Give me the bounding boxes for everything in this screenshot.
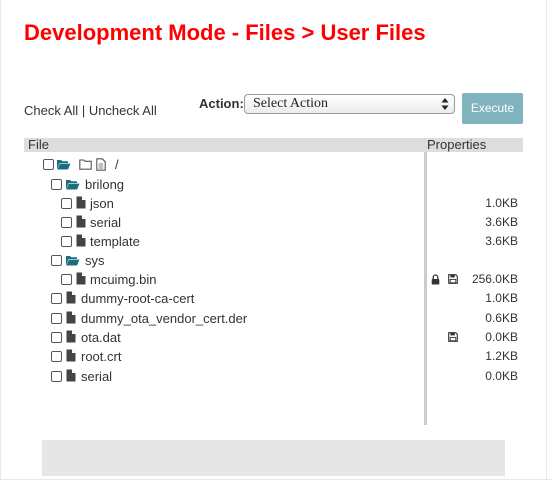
right-border [546,0,547,480]
file-column-header: File [28,137,49,152]
page-title: Development Mode - Files > User Files [24,20,426,45]
action-label: Action: [199,96,244,111]
item-name[interactable]: serial [81,368,112,385]
item-name[interactable]: serial [90,214,121,231]
left-border [0,0,1,480]
save-icon [448,332,458,342]
item-checkbox[interactable] [51,255,62,266]
file-outline-icon[interactable] [96,158,106,171]
file-icon [76,272,86,285]
root-label: / [115,157,119,172]
file-size: 1.0KB [485,291,518,305]
item-checkbox[interactable] [51,332,62,343]
item-checkbox[interactable] [61,274,72,285]
item-checkbox[interactable] [51,179,62,190]
item-name[interactable]: brilong [85,176,124,193]
action-select[interactable]: Select Action [244,94,455,114]
item-name[interactable]: template [90,233,140,250]
file-size: 256.0KB [471,272,518,286]
item-name[interactable]: root.crt [81,348,121,365]
file-icon [66,349,76,362]
item-name[interactable]: json [90,195,114,212]
item-checkbox[interactable] [51,371,62,382]
item-checkbox[interactable] [51,351,62,362]
action-select-value: Select Action [253,96,329,111]
file-size: 1.2KB [485,349,518,363]
item-name[interactable]: sys [85,252,105,269]
file-icon [76,215,86,228]
file-size: 3.6KB [485,234,518,248]
folder-open-icon [66,256,80,266]
bottom-panel [42,440,505,476]
item-name[interactable]: mcuimg.bin [90,271,156,288]
item-name[interactable]: ota.dat [81,329,121,346]
file-size: 1.0KB [485,196,518,210]
item-name[interactable]: dummy_ota_vendor_cert.der [81,310,247,327]
folder-open-icon [66,180,80,190]
file-icon [76,196,86,209]
file-icon [66,369,76,382]
execute-button[interactable]: Execute [462,93,523,124]
file-size: 0.6KB [485,311,518,325]
check-all-link[interactable]: Check All [24,103,78,118]
save-icon [448,274,458,284]
file-size: 3.6KB [485,215,518,229]
item-checkbox[interactable] [51,293,62,304]
lock-icon [431,274,440,285]
item-checkbox[interactable] [61,217,72,228]
item-checkbox[interactable] [61,236,72,247]
check-links-separator: | [78,103,89,118]
uncheck-all-link[interactable]: Uncheck All [89,103,157,118]
folder-open-icon [57,160,71,170]
file-icon [66,330,76,343]
item-checkbox[interactable] [61,198,72,209]
select-arrows-icon [441,98,449,110]
root-checkbox[interactable] [43,159,54,170]
table-header: File Properties [24,138,523,152]
file-icon [76,234,86,247]
folder-outline-icon[interactable] [79,159,92,170]
item-name[interactable]: dummy-root-ca-cert [81,290,194,307]
check-links: Check All | Uncheck All [24,103,157,118]
file-size: 0.0KB [485,369,518,383]
file-size: 0.0KB [485,330,518,344]
column-divider[interactable] [424,152,427,425]
item-checkbox[interactable] [51,313,62,324]
file-icon [66,311,76,324]
properties-column-header: Properties [427,137,487,152]
file-icon [66,291,76,304]
